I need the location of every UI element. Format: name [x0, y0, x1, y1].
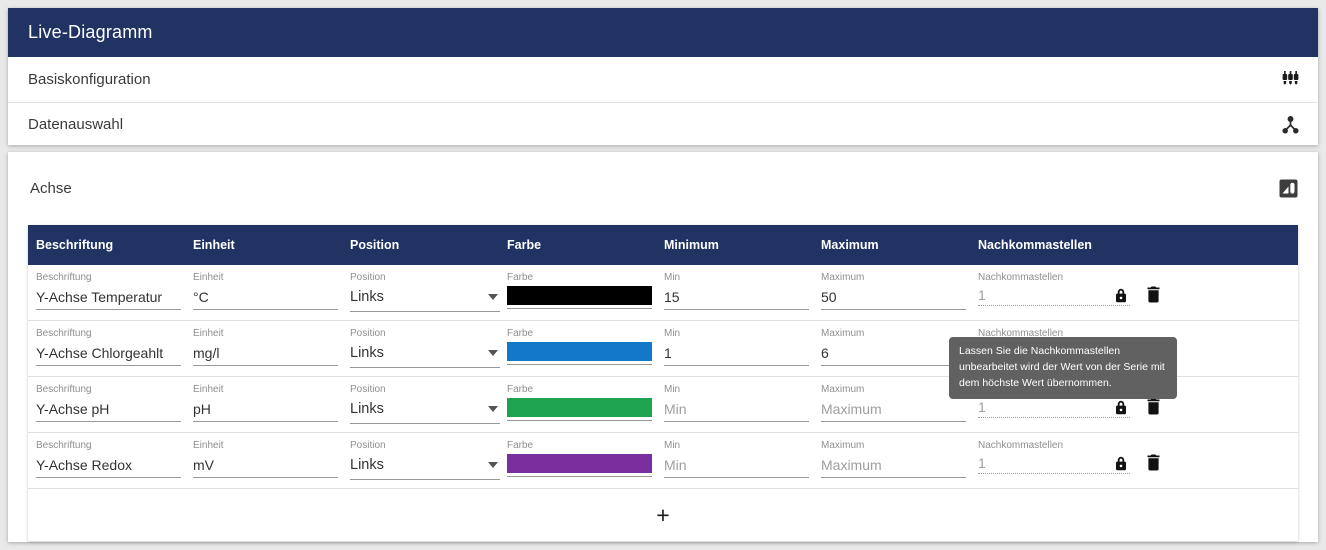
- color-picker[interactable]: [507, 342, 652, 365]
- maximum-input[interactable]: [821, 286, 966, 310]
- section-label: Basiskonfiguration: [28, 71, 151, 88]
- chevron-down-icon: [488, 462, 498, 468]
- color-swatch: [507, 286, 652, 305]
- maximum-input[interactable]: [821, 398, 966, 422]
- position-select[interactable]: Links: [350, 286, 500, 312]
- field-label: Nachkommastellen: [978, 440, 1298, 451]
- beschriftung-input[interactable]: [36, 286, 181, 310]
- field-label: Min: [664, 328, 821, 339]
- position-select[interactable]: Links: [350, 342, 500, 368]
- section-basiskonfiguration[interactable]: Basiskonfiguration: [8, 57, 1318, 103]
- section-datenauswahl[interactable]: Datenauswahl: [8, 103, 1318, 145]
- position-value: Links: [350, 289, 384, 305]
- nachkommastellen-input: [978, 399, 1088, 415]
- chevron-down-icon: [488, 294, 498, 300]
- field-label: Nachkommastellen: [978, 272, 1298, 283]
- page-title: Live-Diagramm: [28, 22, 153, 43]
- field-label: Einheit: [193, 384, 350, 395]
- einheit-input[interactable]: [193, 398, 338, 422]
- col-maximum: Maximum: [821, 238, 978, 252]
- nachkommastellen-field: [978, 455, 1130, 474]
- trash-icon[interactable]: [1146, 454, 1161, 471]
- config-card: Live-Diagramm Basiskonfiguration Datenau…: [8, 8, 1318, 145]
- field-label: Position: [350, 328, 507, 339]
- maximum-input[interactable]: [821, 454, 966, 478]
- einheit-input[interactable]: [193, 454, 338, 478]
- axis-panel-title: Achse: [30, 180, 72, 197]
- position-value: Links: [350, 345, 384, 361]
- field-label: Farbe: [507, 440, 664, 451]
- beschriftung-input[interactable]: [36, 398, 181, 422]
- einheit-input[interactable]: [193, 342, 338, 366]
- col-position: Position: [350, 238, 507, 252]
- min-input[interactable]: [664, 286, 809, 310]
- color-swatch: [507, 342, 652, 361]
- field-label: Beschriftung: [36, 384, 193, 395]
- nachkommastellen-input: [978, 287, 1088, 303]
- color-picker[interactable]: [507, 398, 652, 421]
- field-label: Beschriftung: [36, 440, 193, 451]
- col-beschriftung: Beschriftung: [36, 238, 193, 252]
- beschriftung-input[interactable]: [36, 342, 181, 366]
- field-label: Min: [664, 440, 821, 451]
- field-label: Einheit: [193, 328, 350, 339]
- axis-panel-head: Achse: [8, 152, 1318, 201]
- axis-table-header: Beschriftung Einheit Position Farbe Mini…: [28, 225, 1298, 265]
- axis-image-icon[interactable]: [1279, 179, 1298, 198]
- field-label: Min: [664, 272, 821, 283]
- field-label: Farbe: [507, 328, 664, 339]
- color-swatch: [507, 398, 652, 417]
- app-header: Live-Diagramm: [8, 8, 1318, 57]
- add-axis-row: +: [28, 489, 1298, 541]
- min-input[interactable]: [664, 398, 809, 422]
- section-label: Datenauswahl: [28, 116, 123, 133]
- col-minimum: Minimum: [664, 238, 821, 252]
- color-picker[interactable]: [507, 286, 652, 309]
- field-label: Position: [350, 272, 507, 283]
- color-picker[interactable]: [507, 454, 652, 477]
- field-label: Beschriftung: [36, 328, 193, 339]
- position-value: Links: [350, 401, 384, 417]
- add-axis-button[interactable]: +: [656, 504, 669, 527]
- trash-icon[interactable]: [1146, 398, 1161, 415]
- field-label: Maximum: [821, 272, 978, 283]
- axis-row: Beschriftung Einheit Position Links Farb…: [28, 265, 1298, 321]
- lock-icon[interactable]: [1115, 288, 1127, 303]
- field-label: Farbe: [507, 384, 664, 395]
- field-label: Min: [664, 384, 821, 395]
- nachkommastellen-tooltip: Lassen Sie die Nachkommastellen unbearbe…: [949, 337, 1177, 399]
- field-label: Position: [350, 384, 507, 395]
- einheit-input[interactable]: [193, 286, 338, 310]
- field-label: Position: [350, 440, 507, 451]
- field-label: Maximum: [821, 440, 978, 451]
- lock-icon[interactable]: [1115, 456, 1127, 471]
- position-select[interactable]: Links: [350, 398, 500, 424]
- page: { "app": { "title": "Live-Diagramm" }, "…: [0, 0, 1326, 550]
- field-label: Farbe: [507, 272, 664, 283]
- col-farbe: Farbe: [507, 238, 664, 252]
- trash-icon[interactable]: [1146, 286, 1161, 303]
- field-label: Beschriftung: [36, 272, 193, 283]
- nachkommastellen-field: [978, 287, 1130, 306]
- position-select[interactable]: Links: [350, 454, 500, 480]
- position-value: Links: [350, 457, 384, 473]
- min-input[interactable]: [664, 342, 809, 366]
- nachkommastellen-input: [978, 455, 1088, 471]
- color-swatch: [507, 454, 652, 473]
- device-hub-icon[interactable]: [1280, 114, 1301, 135]
- chevron-down-icon: [488, 406, 498, 412]
- nachkommastellen-field: [978, 399, 1130, 418]
- beschriftung-input[interactable]: [36, 454, 181, 478]
- lock-icon[interactable]: [1115, 400, 1127, 415]
- col-einheit: Einheit: [193, 238, 350, 252]
- min-input[interactable]: [664, 454, 809, 478]
- maximum-input[interactable]: [821, 342, 966, 366]
- chevron-down-icon: [488, 350, 498, 356]
- col-nachkommastellen: Nachkommastellen: [978, 238, 1298, 252]
- field-label: Einheit: [193, 440, 350, 451]
- field-label: Einheit: [193, 272, 350, 283]
- axis-row: Beschriftung Einheit Position Links Farb…: [28, 433, 1298, 489]
- tune-icon[interactable]: [1280, 69, 1301, 90]
